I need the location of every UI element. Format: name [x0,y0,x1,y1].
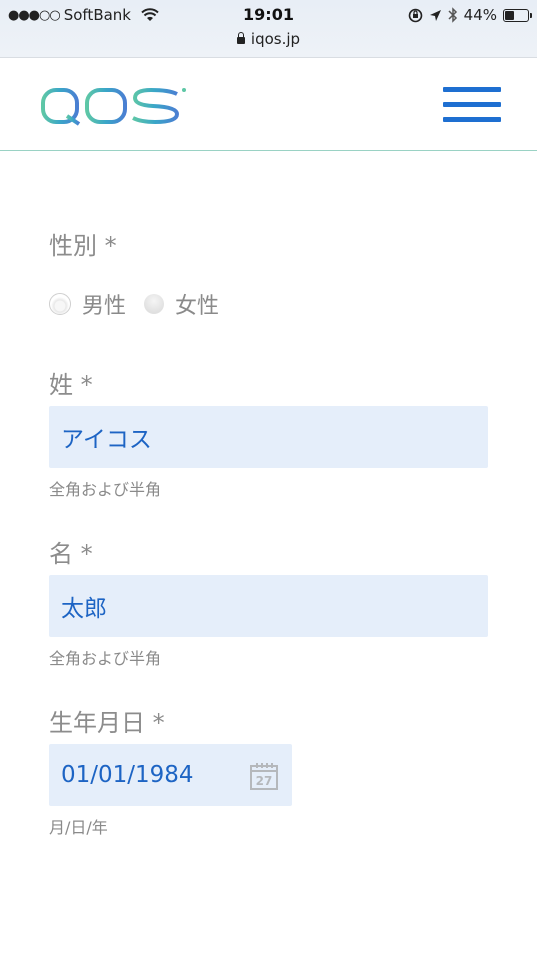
first-name-label: 名 * [49,540,93,568]
first-name-hint: 全角および半角 [49,649,162,668]
status-bar: ●●●○○ SoftBank 19:01 iqos.jp 44% [0,0,537,58]
iqos-logo[interactable] [29,86,189,130]
rotation-lock-icon [408,8,422,22]
first-name-value: 太郎 [61,596,107,622]
last-name-input[interactable]: アイコス [49,406,488,468]
last-name-value: アイコス [61,427,152,453]
menu-line [443,117,501,122]
menu-line [443,102,501,107]
birthdate-hint: 月/日/年 [49,818,108,837]
birthdate-input[interactable]: 01/01/1984 27 [49,744,292,806]
first-name-input[interactable]: 太郎 [49,575,488,637]
lock-icon [236,32,245,44]
gender-male-radio[interactable] [49,293,71,315]
birthdate-label: 生年月日 * [49,709,165,737]
system-indicators: 44% [408,6,532,24]
battery-icon [503,8,532,22]
battery-percent: 44% [463,6,497,24]
calendar-icon[interactable]: 27 [250,762,278,790]
address-bar[interactable]: iqos.jp [0,30,537,48]
menu-button[interactable] [443,87,501,123]
last-name-label: 姓 * [49,371,93,399]
menu-line [443,87,501,92]
bluetooth-icon [448,7,457,23]
url-text: iqos.jp [250,30,301,48]
gender-label: 性別 * [49,232,117,260]
location-arrow-icon [429,9,441,21]
gender-female-label[interactable]: 女性 [175,288,219,320]
last-name-hint: 全角および半角 [49,480,162,499]
site-header [0,58,537,151]
birthdate-value: 01/01/1984 [61,762,194,788]
gender-radio-group: 男性 女性 [49,288,219,320]
calendar-day: 27 [256,774,273,788]
gender-male-label[interactable]: 男性 [82,288,126,320]
gender-female-radio[interactable] [144,294,165,314]
